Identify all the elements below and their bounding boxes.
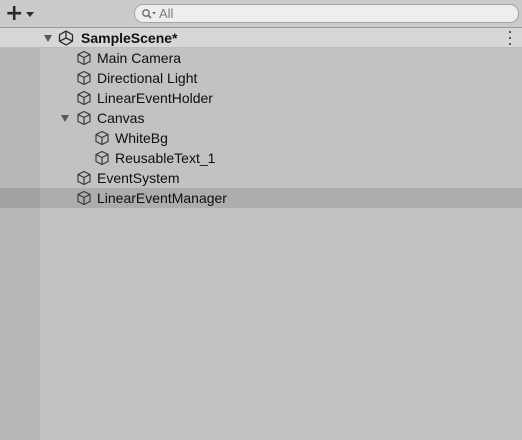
hierarchy-item-label: LinearEventHolder: [97, 90, 213, 106]
hierarchy-tree: Main Camera Directional Light LinearEven…: [0, 48, 522, 208]
hierarchy-item-label: Canvas: [97, 110, 145, 126]
hierarchy-item[interactable]: LinearEventHolder: [0, 88, 522, 108]
search-icon[interactable]: [140, 5, 158, 22]
hierarchy-item-label: WhiteBg: [115, 130, 168, 146]
hierarchy-item-label: ReusableText_1: [115, 150, 216, 166]
foldout-expanded-icon[interactable]: [61, 115, 69, 122]
plus-icon: +: [5, 1, 24, 26]
gameobject-cube-icon: [76, 190, 92, 209]
hierarchy-toolbar: +: [0, 0, 522, 28]
hierarchy-item-label: LinearEventManager: [97, 190, 227, 206]
selection-gutter: [0, 188, 40, 208]
unity-scene-icon: [57, 29, 75, 50]
gameobject-cube-icon: [76, 170, 92, 189]
hierarchy-item[interactable]: Canvas: [0, 108, 522, 128]
foldout-expanded-icon[interactable]: [44, 35, 52, 42]
caret-down-icon: [26, 11, 35, 17]
scene-header[interactable]: SampleScene*: [0, 28, 522, 48]
hierarchy-item-label: Directional Light: [97, 70, 198, 86]
hierarchy-item-label: Main Camera: [97, 50, 182, 66]
gameobject-cube-icon: [94, 130, 110, 149]
gameobject-cube-icon: [76, 90, 92, 109]
hierarchy-item[interactable]: ReusableText_1: [0, 148, 522, 168]
gameobject-cube-icon: [76, 110, 92, 129]
more-vertical-icon[interactable]: [508, 31, 512, 45]
search-input[interactable]: [159, 5, 499, 22]
hierarchy-item-label: EventSystem: [97, 170, 180, 186]
gameobject-cube-icon: [76, 50, 92, 69]
hierarchy-item[interactable]: WhiteBg: [0, 128, 522, 148]
scene-name: SampleScene*: [81, 30, 178, 46]
create-button[interactable]: +: [5, 1, 41, 26]
hierarchy-item[interactable]: Main Camera: [0, 48, 522, 68]
search-field[interactable]: [134, 4, 519, 23]
hierarchy-window: + SampleScene*: [0, 0, 522, 440]
hierarchy-item-selected[interactable]: LinearEventManager: [0, 188, 522, 208]
gameobject-cube-icon: [94, 150, 110, 169]
gameobject-cube-icon: [76, 70, 92, 89]
hierarchy-item[interactable]: Directional Light: [0, 68, 522, 88]
hierarchy-item[interactable]: EventSystem: [0, 168, 522, 188]
